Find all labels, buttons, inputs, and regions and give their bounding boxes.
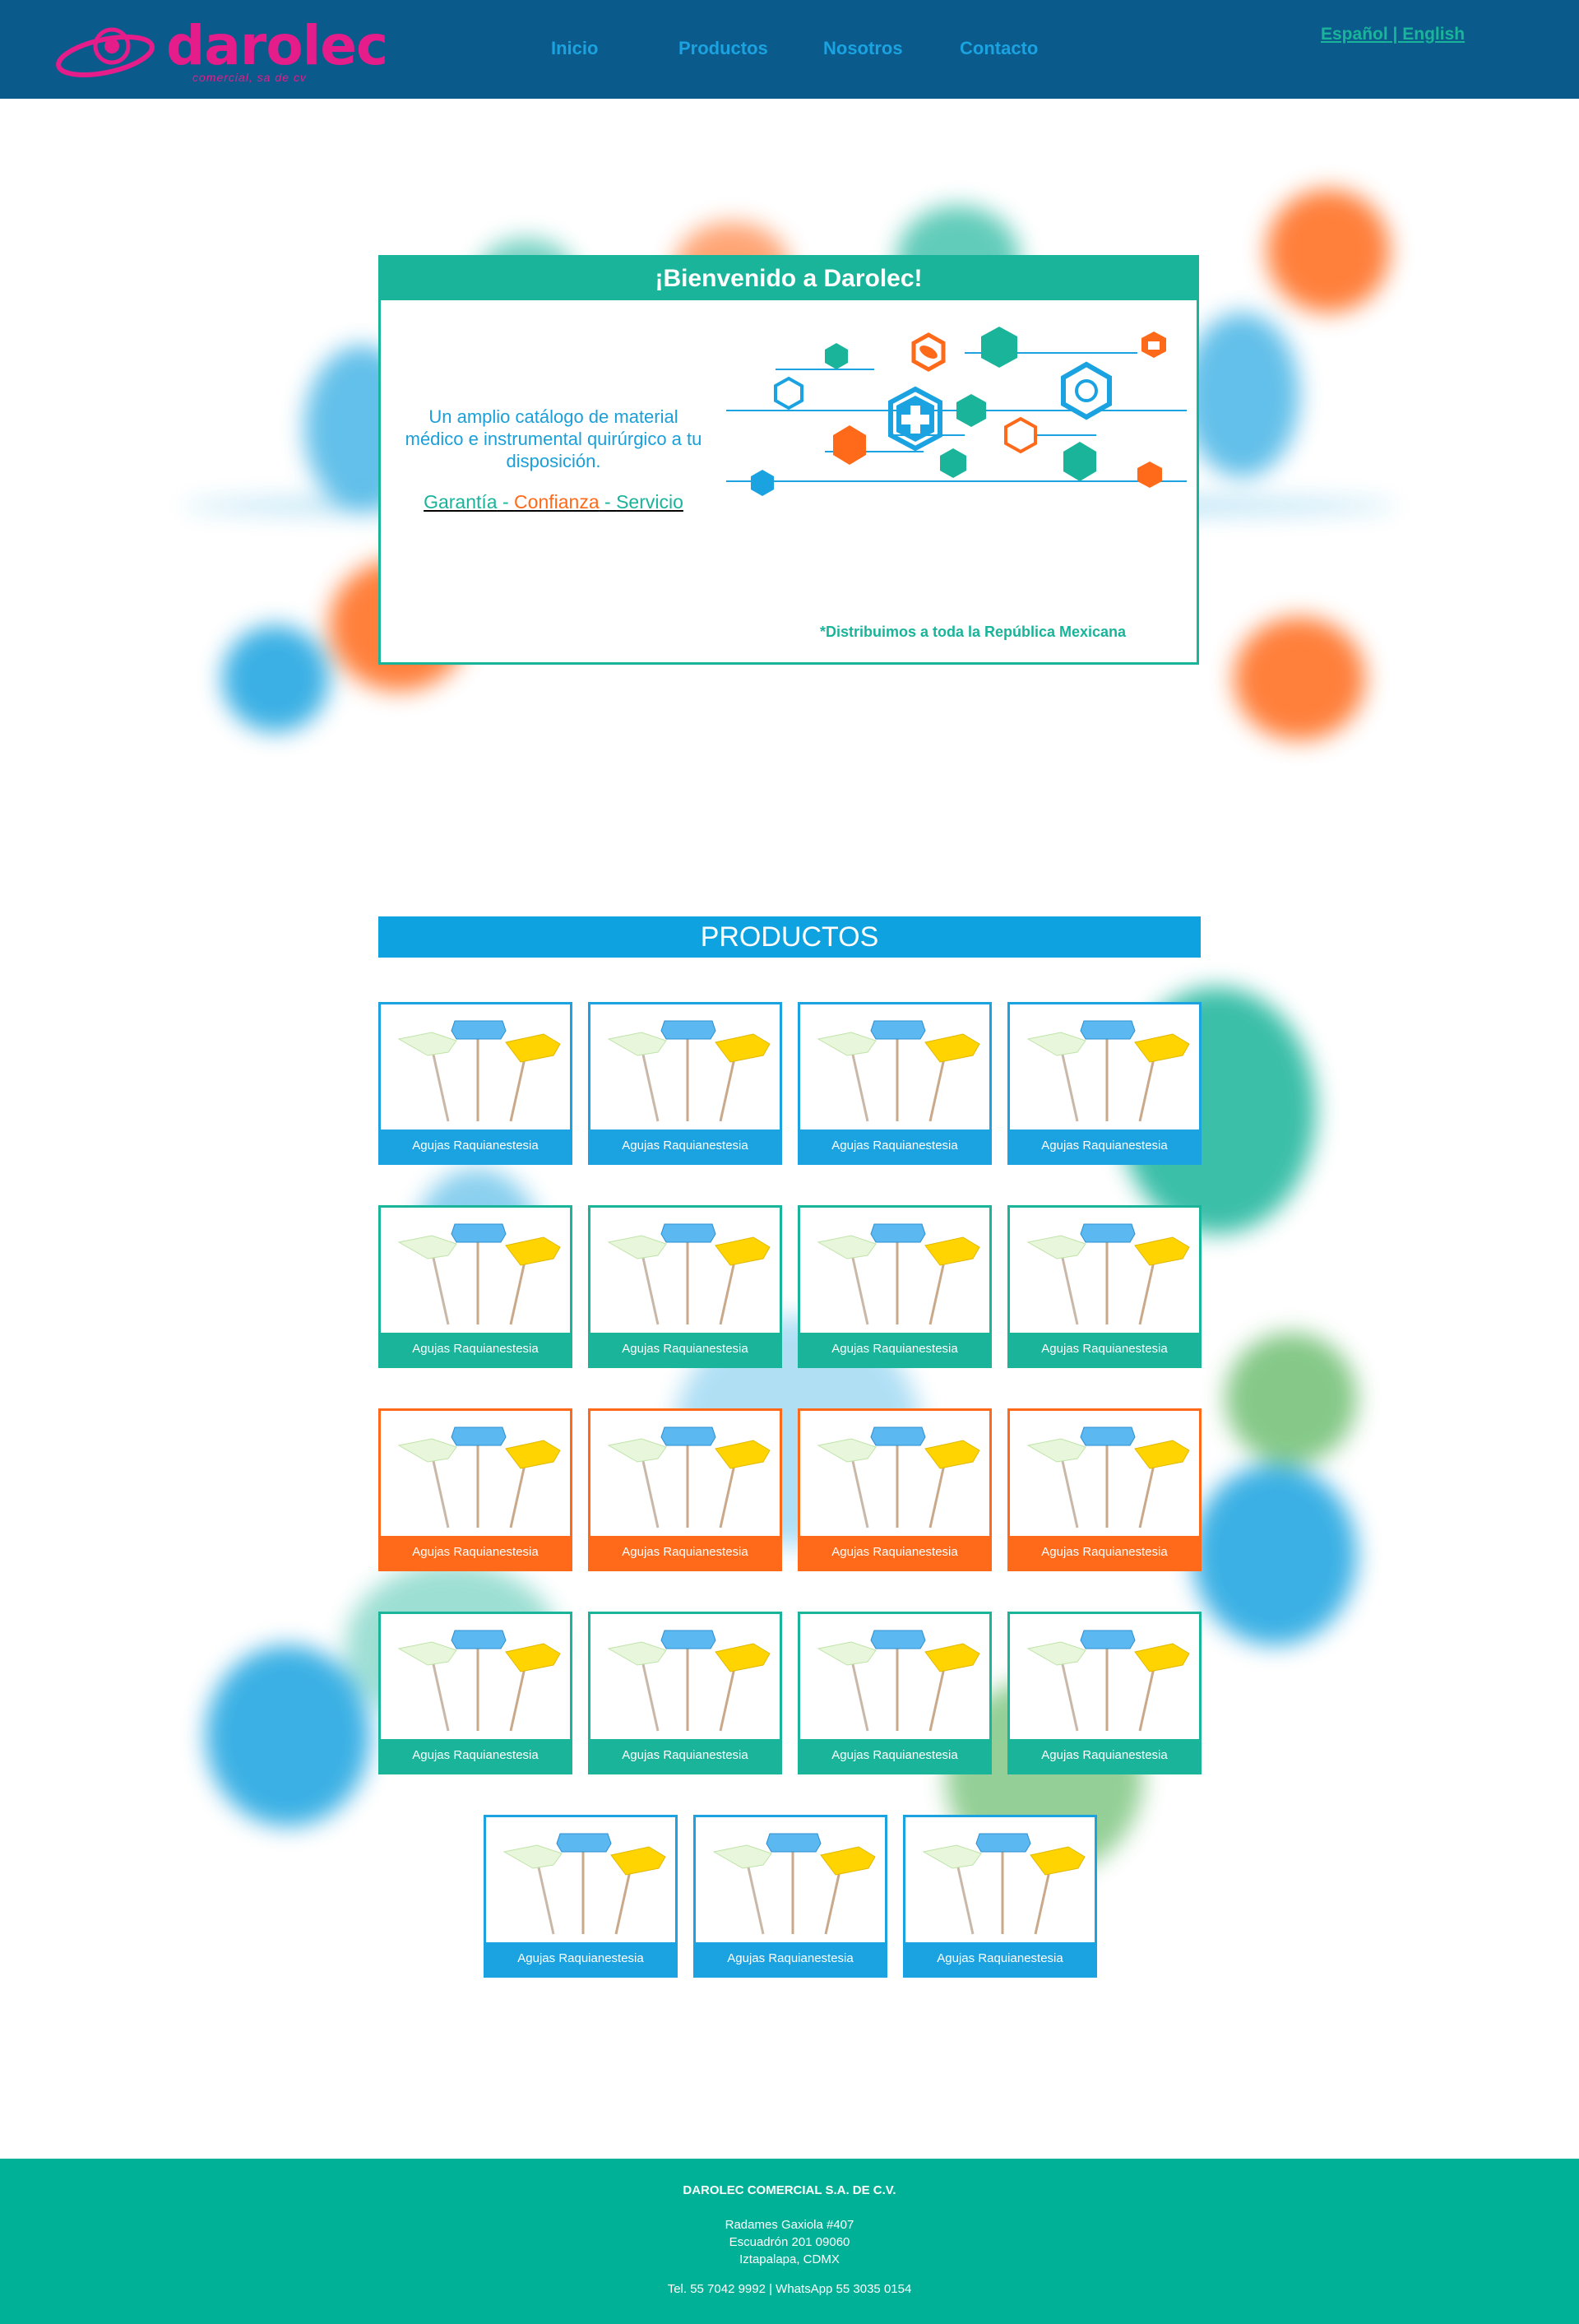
product-card[interactable]: Agujas Raquianestesia <box>378 1612 572 1774</box>
product-label: Agujas Raquianestesia <box>1010 1536 1199 1569</box>
product-card[interactable]: Agujas Raquianestesia <box>798 1612 992 1774</box>
product-label: Agujas Raquianestesia <box>590 1739 780 1772</box>
product-card[interactable]: Agujas Raquianestesia <box>798 1408 992 1571</box>
product-card[interactable]: Agujas Raquianestesia <box>378 1408 572 1571</box>
product-label: Agujas Raquianestesia <box>1010 1739 1199 1772</box>
footer-address-line: Iztapalapa, CDMX <box>739 2252 840 2266</box>
product-card[interactable]: Agujas Raquianestesia <box>693 1815 887 1978</box>
footer-address-line: Escuadrón 201 09060 <box>729 2235 850 2249</box>
product-card[interactable]: Agujas Raquianestesia <box>798 1002 992 1165</box>
language-switcher: Español | English <box>1321 25 1465 44</box>
darolec-logo[interactable]: darolec comercial, sa de cv <box>54 13 388 87</box>
product-label: Agujas Raquianestesia <box>381 1739 570 1772</box>
product-image <box>592 1209 780 1333</box>
product-image <box>1012 1006 1199 1130</box>
product-label: Agujas Raquianestesia <box>590 1130 780 1162</box>
product-image <box>802 1616 989 1739</box>
logo-subtitle: comercial, sa de cv <box>192 71 307 84</box>
product-card[interactable]: Agujas Raquianestesia <box>1007 1002 1202 1165</box>
product-label: Agujas Raquianestesia <box>800 1739 989 1772</box>
lang-separator: | <box>1387 25 1403 44</box>
product-card[interactable]: Agujas Raquianestesia <box>484 1815 678 1978</box>
product-label: Agujas Raquianestesia <box>800 1536 989 1569</box>
product-image <box>382 1006 570 1130</box>
product-label: Agujas Raquianestesia <box>381 1333 570 1366</box>
product-card[interactable]: Agujas Raquianestesia <box>378 1205 572 1368</box>
product-image <box>592 1616 780 1739</box>
lang-english-link[interactable]: English <box>1402 25 1465 44</box>
product-image <box>1012 1209 1199 1333</box>
footer-contact-phone: Tel. 55 7042 9992 | WhatsApp 55 3035 015… <box>667 2282 912 2296</box>
product-card[interactable]: Agujas Raquianestesia <box>903 1815 1097 1978</box>
site-footer: DAROLEC COMERCIAL S.A. DE C.V. Radames G… <box>0 2159 1579 2324</box>
product-label: Agujas Raquianestesia <box>486 1942 675 1975</box>
tagline-separator: - <box>599 491 617 513</box>
product-image <box>1012 1412 1199 1536</box>
product-label: Agujas Raquianestesia <box>381 1130 570 1162</box>
site-header: darolec comercial, sa de cv Inicio Produ… <box>0 0 1579 99</box>
distribution-note: *Distribuimos a toda la República Mexica… <box>819 624 1127 640</box>
nav-nosotros[interactable]: Nosotros <box>823 38 903 59</box>
product-image <box>488 1819 675 1942</box>
product-card[interactable]: Agujas Raquianestesia <box>1007 1205 1202 1368</box>
footer-address: Radames Gaxiola #407 Escuadrón 201 09060… <box>0 2216 1579 2268</box>
welcome-card: ¡Bienvenido a Darolec! Un amplio catálog… <box>378 255 1199 665</box>
medical-icons-illustration <box>726 327 1187 496</box>
product-card[interactable]: Agujas Raquianestesia <box>588 1205 782 1368</box>
product-label: Agujas Raquianestesia <box>381 1536 570 1569</box>
product-card[interactable]: Agujas Raquianestesia <box>588 1408 782 1571</box>
product-image <box>382 1209 570 1333</box>
nav-inicio[interactable]: Inicio <box>551 38 598 59</box>
logo-wordmark: darolec <box>166 14 388 77</box>
product-card[interactable]: Agujas Raquianestesia <box>1007 1408 1202 1571</box>
lang-espanol-link[interactable]: Español <box>1321 25 1388 44</box>
footer-address-line: Radames Gaxiola #407 <box>725 2218 854 2232</box>
product-image <box>592 1006 780 1130</box>
footer-company: DAROLEC COMERCIAL S.A. DE C.V. <box>683 2183 896 2197</box>
product-card[interactable]: Agujas Raquianestesia <box>1007 1612 1202 1774</box>
tagline-confianza: Confianza <box>514 491 600 513</box>
welcome-description: Un amplio catálogo de material médico e … <box>405 406 702 471</box>
product-card[interactable]: Agujas Raquianestesia <box>798 1205 992 1368</box>
products-heading: PRODUCTOS <box>378 916 1201 958</box>
product-image <box>382 1412 570 1536</box>
tagline-separator: - <box>497 491 515 513</box>
product-image <box>592 1412 780 1536</box>
product-image <box>382 1616 570 1739</box>
product-label: Agujas Raquianestesia <box>800 1333 989 1366</box>
product-label: Agujas Raquianestesia <box>1010 1333 1199 1366</box>
tagline-garantia: Garantía <box>424 491 498 513</box>
product-label: Agujas Raquianestesia <box>1010 1130 1199 1162</box>
product-label: Agujas Raquianestesia <box>590 1333 780 1366</box>
product-label: Agujas Raquianestesia <box>905 1942 1095 1975</box>
welcome-tagline: Garantía - Confianza - Servicio <box>397 491 710 513</box>
product-label: Agujas Raquianestesia <box>696 1942 885 1975</box>
product-image <box>907 1819 1095 1942</box>
product-image <box>802 1006 989 1130</box>
product-image <box>1012 1616 1199 1739</box>
nav-contacto[interactable]: Contacto <box>960 38 1038 59</box>
product-card[interactable]: Agujas Raquianestesia <box>378 1002 572 1165</box>
tagline-servicio: Servicio <box>616 491 683 513</box>
product-image <box>802 1412 989 1536</box>
product-card[interactable]: Agujas Raquianestesia <box>588 1612 782 1774</box>
product-image <box>697 1819 885 1942</box>
logo-mark-icon <box>56 27 155 77</box>
nav-productos[interactable]: Productos <box>678 38 768 59</box>
product-label: Agujas Raquianestesia <box>800 1130 989 1162</box>
product-image <box>802 1209 989 1333</box>
product-label: Agujas Raquianestesia <box>590 1536 780 1569</box>
welcome-title: ¡Bienvenido a Darolec! <box>381 257 1197 300</box>
product-card[interactable]: Agujas Raquianestesia <box>588 1002 782 1165</box>
